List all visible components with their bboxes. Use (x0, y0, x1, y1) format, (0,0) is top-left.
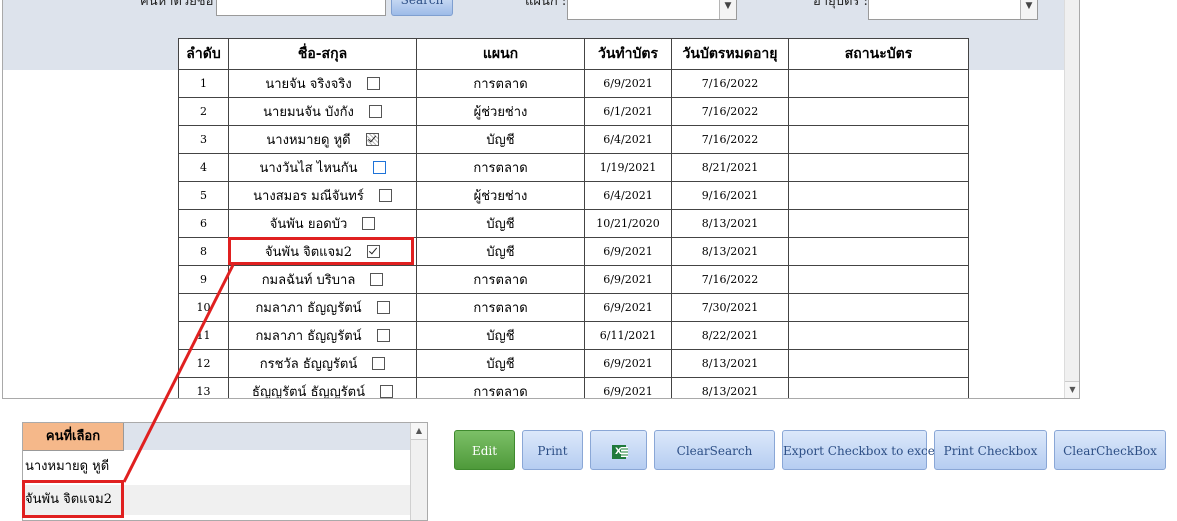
highlight-connector (122, 264, 235, 483)
connector-line (122, 264, 235, 483)
